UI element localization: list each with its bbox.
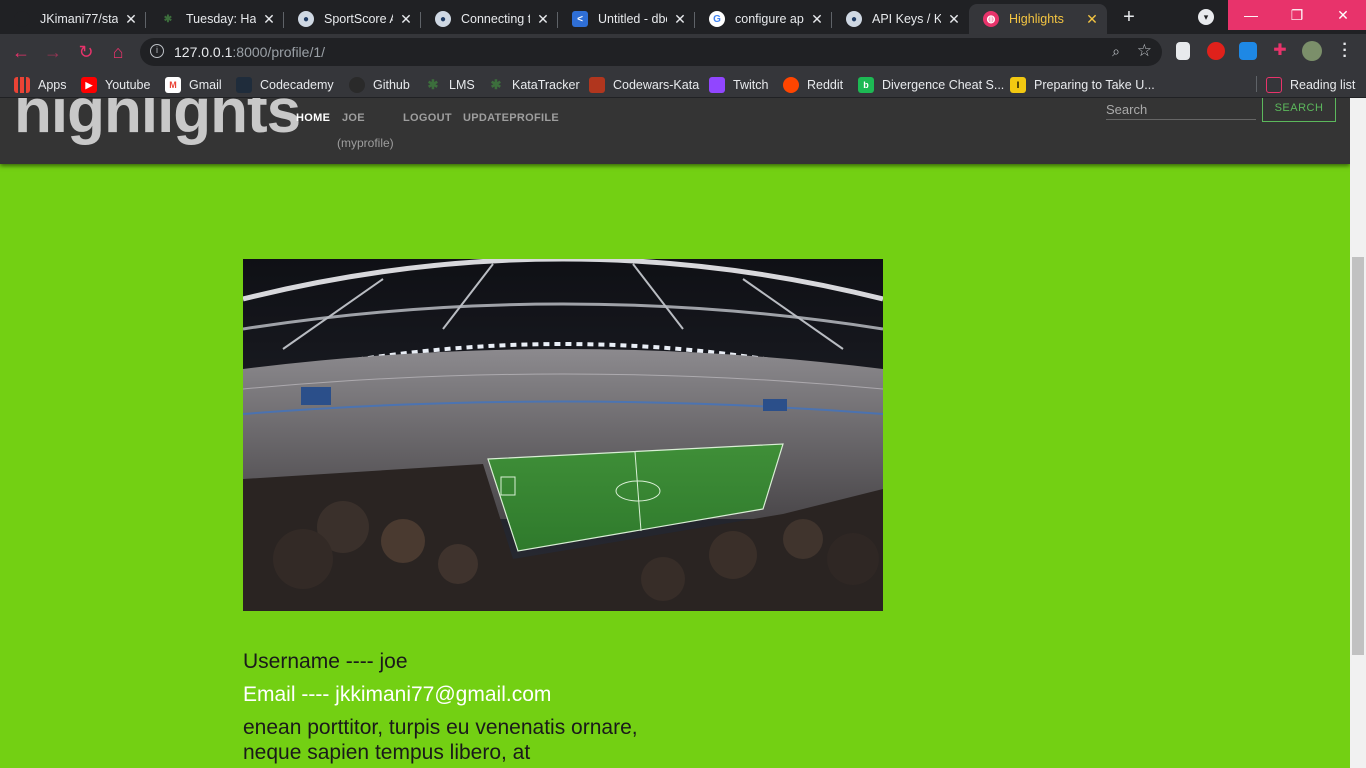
bookmarks-bar: Apps ▶ Youtube M Gmail Codecademy Github… [0,70,1366,98]
bookmark-preparing[interactable]: I Preparing to Take U... [1010,76,1155,94]
close-tab-icon[interactable]: ✕ [399,11,413,28]
page-viewport: highlights HOME JOE (myprofile) LOGOUT U… [0,98,1350,768]
close-tab-icon[interactable]: ✕ [124,11,138,28]
globe-icon: ◍ [983,11,999,27]
bookmark-lms[interactable]: ✱ LMS [425,76,475,94]
nav-home-link[interactable]: HOME [296,112,330,124]
bookmark-codecademy[interactable]: Codecademy [236,76,334,94]
maximize-button[interactable]: ❐ [1274,0,1320,30]
scrollbar-thumb[interactable] [1352,257,1364,655]
close-tab-icon[interactable]: ✕ [1085,11,1099,28]
browser-tab[interactable]: ● API Keys / Key ✕ [832,4,969,34]
tab-title: Highlights [1009,12,1064,26]
codewars-icon [589,77,605,93]
apps-grid-icon [14,77,30,93]
browser-tab-strip: JKimani77/sta ✕ ✱ Tuesday: Hand ✕ ● Spor… [0,0,1366,34]
close-tab-icon[interactable]: ✕ [536,11,550,28]
close-tab-icon[interactable]: ✕ [673,11,687,28]
close-tab-icon[interactable]: ✕ [947,11,961,28]
office-extension-icon[interactable] [1176,42,1190,60]
google-icon: G [709,11,725,27]
close-tab-icon[interactable]: ✕ [262,11,276,28]
palm-icon: ✱ [427,77,439,92]
dropbox-extension-icon[interactable] [1239,42,1257,60]
nav-user-link[interactable]: JOE [342,112,365,124]
home-icon[interactable]: ⌂ [107,41,129,63]
close-window-button[interactable]: ✕ [1320,0,1366,30]
profile-avatar-icon[interactable] [1302,41,1322,61]
i-badge-icon: I [1010,77,1026,93]
reddit-icon [783,77,799,93]
tab-title: Connecting to [461,12,530,26]
back-arrow-icon[interactable]: ← [10,41,32,63]
tab-title: configure api [735,12,804,26]
palm-icon: ✱ [163,13,173,25]
nav-updateprofile-link[interactable]: UPDATEPROFILE [463,112,559,124]
octopus-icon: ● [846,11,862,27]
bookmarks-divider [1256,76,1257,92]
page-scrollbar[interactable] [1350,98,1366,768]
browser-tab-active[interactable]: ◍ Highlights ✕ [969,4,1107,34]
adblock-extension-icon[interactable] [1207,42,1225,60]
share-icon: < [572,11,588,27]
site-logo[interactable]: highlights [14,98,301,147]
tab-title: SportScore AI [324,12,393,26]
twitch-icon [709,77,725,93]
bookmark-github[interactable]: Github [349,76,410,94]
search-input[interactable] [1106,100,1256,120]
tab-title: API Keys / Key [872,12,941,26]
site-navbar: highlights HOME JOE (myprofile) LOGOUT U… [0,98,1350,164]
zoom-icon[interactable]: ⌕ [1112,43,1120,60]
bookmark-twitch[interactable]: Twitch [709,76,768,94]
close-tab-icon[interactable]: ✕ [810,11,824,28]
bookmark-star-icon[interactable]: ☆ [1137,41,1152,61]
gmail-icon: M [165,77,181,93]
github-icon [14,11,30,27]
profile-cover-image [243,259,883,611]
tab-title: JKimani77/sta [40,12,118,26]
bookmark-divergence[interactable]: b Divergence Cheat S... [858,76,1004,94]
reading-list-button[interactable]: Reading list [1266,76,1355,94]
new-tab-button[interactable]: + [1118,6,1140,28]
address-bar[interactable]: i 127.0.0.1:8000/profile/1/ ⌕ ☆ [140,38,1162,66]
octopus-icon: ● [298,11,314,27]
search-button[interactable]: SEARCH [1262,98,1336,122]
profile-bio: enean porttitor, turpis eu venenatis orn… [243,716,638,764]
b-badge-icon: b [858,77,874,93]
profile-email: Email ---- jkkimani77@gmail.com [243,683,552,706]
nav-myprofile-link[interactable]: (myprofile) [337,136,394,150]
bookmark-gmail[interactable]: M Gmail [165,76,222,94]
youtube-icon: ▶ [81,77,97,93]
site-info-icon[interactable]: i [150,44,164,58]
reload-icon[interactable]: ↻ [75,41,97,63]
tab-title: Tuesday: Hand [186,12,256,26]
tab-search-icon[interactable]: ▾ [1198,9,1214,25]
browser-toolbar: ← → ↻ ⌂ i 127.0.0.1:8000/profile/1/ ⌕ ☆ [0,34,1366,70]
tab-title: Untitled - dbc [598,12,667,26]
browser-tab[interactable]: G configure api ✕ [695,4,832,34]
palm-icon: ✱ [490,77,502,92]
browser-menu-icon[interactable]: · · · [1340,37,1350,65]
bookmark-reddit[interactable]: Reddit [783,76,843,94]
bookmark-youtube[interactable]: ▶ Youtube [81,76,150,94]
codecademy-icon [236,77,252,93]
profile-username: Username ---- joe [243,650,408,673]
browser-tab[interactable]: JKimani77/sta ✕ [0,4,146,34]
browser-tab[interactable]: ● SportScore AI ✕ [284,4,421,34]
puzzle-extensions-icon[interactable]: ✚ [1271,42,1289,60]
minimize-button[interactable]: — [1228,0,1274,30]
github-icon [349,77,365,93]
octopus-icon: ● [435,11,451,27]
bookmark-apps[interactable]: Apps [14,76,67,94]
bookmark-codewars[interactable]: Codewars-Kata [589,76,699,94]
forward-arrow-icon[interactable]: → [42,41,64,63]
nav-logout-link[interactable]: LOGOUT [403,112,452,124]
reading-list-icon [1266,77,1282,93]
url-text[interactable]: 127.0.0.1:8000/profile/1/ [174,44,325,60]
browser-tab[interactable]: ● Connecting to ✕ [421,4,558,34]
bookmark-katatracker[interactable]: ✱ KataTracker [488,76,580,94]
browser-tab[interactable]: < Untitled - dbc ✕ [558,4,695,34]
browser-tab[interactable]: ✱ Tuesday: Hand ✕ [146,4,284,34]
